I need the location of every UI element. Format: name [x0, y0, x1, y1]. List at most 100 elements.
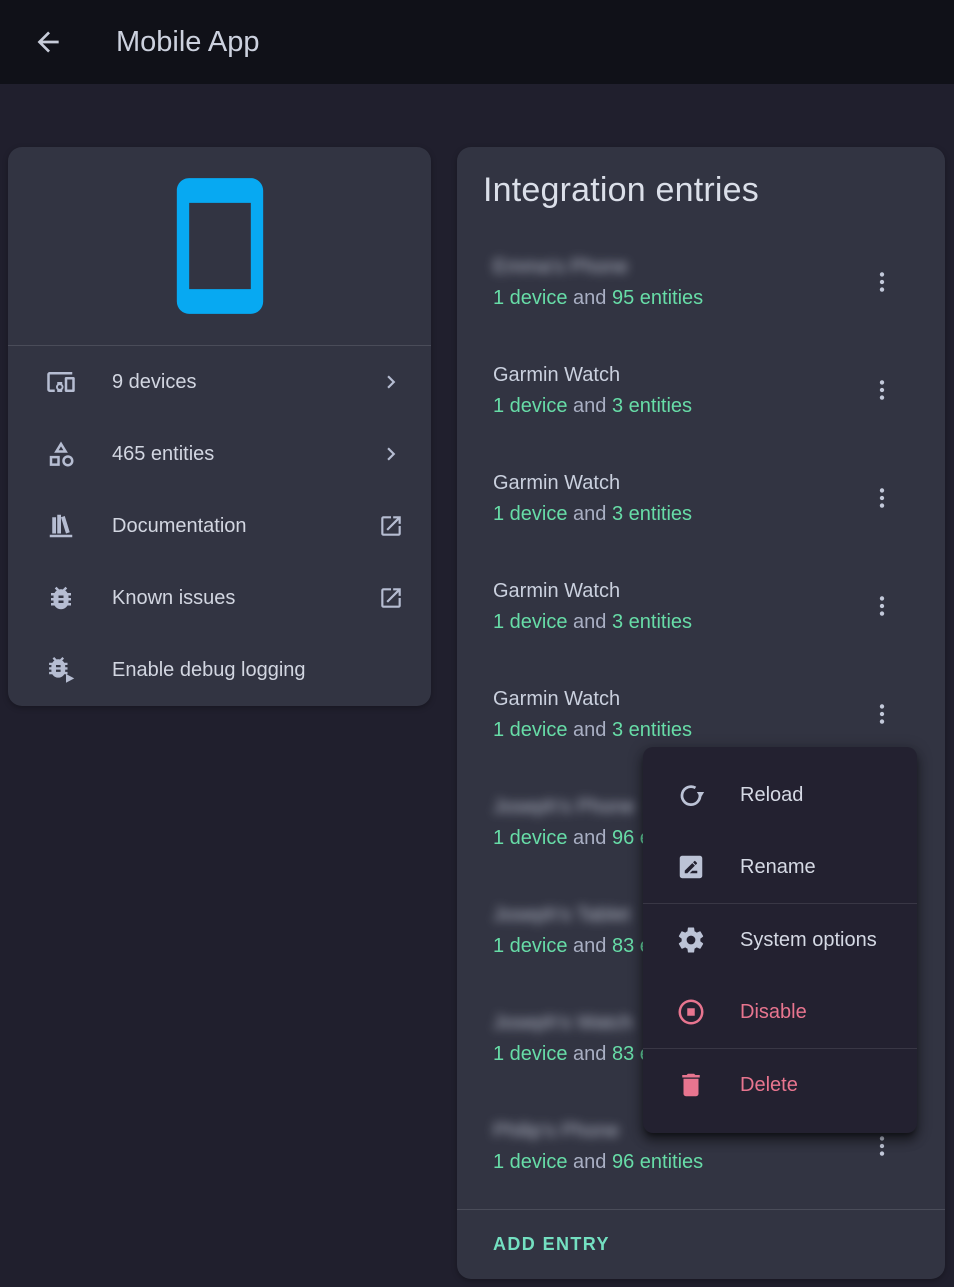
- entry-name: Garmin Watch: [493, 363, 865, 387]
- reload-icon: [676, 780, 706, 810]
- rename-box-icon: [676, 852, 706, 882]
- devices-icon: [46, 367, 76, 397]
- delete-icon: [676, 1070, 706, 1100]
- open-in-new-icon: [378, 585, 404, 611]
- entry-subtitle: 1 device and 3 entities: [493, 502, 865, 526]
- info-list: 9 devices 465 entities Documentation Known …: [8, 346, 431, 706]
- dots-vertical-icon: [869, 1133, 895, 1159]
- entry-context-menu: Reload Rename System options Disable Delete: [643, 747, 917, 1133]
- info-row-known-issues[interactable]: Known issues: [8, 562, 431, 634]
- menu-item-system-options[interactable]: System options: [643, 904, 917, 976]
- subtitle-conjunction: and: [568, 935, 612, 957]
- rename-box-icon-wrap: [676, 852, 706, 882]
- integration-entry: Emma's Phone 1 device and 95 entities: [457, 228, 945, 336]
- app-bar: Mobile App: [0, 0, 954, 84]
- dots-vertical-icon: [869, 701, 895, 727]
- menu-item-label: Rename: [740, 856, 816, 879]
- info-row-label: Documentation: [112, 515, 378, 538]
- info-row-label: Known issues: [112, 587, 378, 610]
- subtitle-conjunction: and: [568, 719, 612, 741]
- entry-name: Garmin Watch: [493, 687, 865, 711]
- subtitle-conjunction: and: [568, 503, 612, 525]
- open-in-new-icon: [378, 513, 404, 539]
- integration-entry: Garmin Watch 1 device and 3 entities: [457, 336, 945, 444]
- integration-hero: [8, 147, 431, 346]
- shapes-icon: [46, 439, 76, 469]
- subtitle-conjunction: and: [568, 395, 612, 417]
- cog-icon: [676, 925, 706, 955]
- menu-item-reload[interactable]: Reload: [643, 759, 917, 831]
- entry-subtitle: 1 device and 3 entities: [493, 394, 865, 418]
- dots-vertical-icon: [869, 377, 895, 403]
- add-entry-label: ADD ENTRY: [493, 1234, 610, 1255]
- entries-card-title: Integration entries: [483, 171, 759, 210]
- dots-vertical-icon: [869, 593, 895, 619]
- back-button[interactable]: [24, 18, 72, 66]
- entry-subtitle: 1 device and 3 entities: [493, 610, 865, 634]
- info-row-label: 465 entities: [112, 443, 378, 466]
- cog-icon-wrap: [676, 925, 706, 955]
- device-count-link[interactable]: 1 device: [493, 1043, 568, 1065]
- delete-icon-wrap: [676, 1070, 706, 1100]
- entry-name: Garmin Watch: [493, 471, 865, 495]
- device-count-link[interactable]: 1 device: [493, 935, 568, 957]
- bug-icon: [46, 583, 76, 613]
- entry-subtitle: 1 device and 96 entities: [493, 1150, 865, 1174]
- entity-count-link[interactable]: 96 entities: [612, 1151, 703, 1173]
- entry-menu-button[interactable]: [860, 692, 904, 736]
- stop-circle-icon: [676, 997, 706, 1027]
- entry-name: Garmin Watch: [493, 579, 865, 603]
- entry-name: Emma's Phone: [493, 255, 865, 279]
- menu-item-label: Delete: [740, 1074, 798, 1097]
- chevron-right-icon: [378, 441, 404, 467]
- info-row-documentation[interactable]: Documentation: [8, 490, 431, 562]
- stop-circle-icon-wrap: [676, 997, 706, 1027]
- bug-play-icon: [46, 655, 76, 685]
- info-row-465-entities[interactable]: 465 entities: [8, 418, 431, 490]
- entity-count-link[interactable]: 3 entities: [612, 503, 692, 525]
- info-row-label: 9 devices: [112, 371, 378, 394]
- device-count-link[interactable]: 1 device: [493, 1151, 568, 1173]
- info-row-enable-debug-logging[interactable]: Enable debug logging: [8, 634, 431, 706]
- reload-icon-wrap: [676, 780, 706, 810]
- integration-info-card: 9 devices 465 entities Documentation Known …: [8, 147, 431, 706]
- subtitle-conjunction: and: [568, 611, 612, 633]
- library-icon: [46, 511, 76, 541]
- info-row-label: Enable debug logging: [112, 659, 404, 682]
- entry-menu-button[interactable]: [860, 584, 904, 628]
- entity-count-link[interactable]: 3 entities: [612, 719, 692, 741]
- entry-subtitle: 1 device and 95 entities: [493, 286, 865, 310]
- entity-count-link[interactable]: 3 entities: [612, 611, 692, 633]
- entity-count-link[interactable]: 3 entities: [612, 395, 692, 417]
- menu-item-label: Reload: [740, 784, 803, 807]
- device-count-link[interactable]: 1 device: [493, 719, 568, 741]
- add-entry-button[interactable]: ADD ENTRY: [457, 1210, 945, 1279]
- info-row-9-devices[interactable]: 9 devices: [8, 346, 431, 418]
- page-title: Mobile App: [116, 26, 260, 59]
- arrow-left-icon: [32, 26, 64, 58]
- integration-entry: Garmin Watch 1 device and 3 entities: [457, 444, 945, 552]
- menu-item-label: Disable: [740, 1001, 807, 1024]
- device-count-link[interactable]: 1 device: [493, 503, 568, 525]
- device-count-link[interactable]: 1 device: [493, 395, 568, 417]
- menu-item-label: System options: [740, 929, 877, 952]
- entry-menu-button[interactable]: [860, 476, 904, 520]
- menu-item-delete[interactable]: Delete: [643, 1049, 917, 1121]
- menu-item-disable[interactable]: Disable: [643, 976, 917, 1048]
- subtitle-conjunction: and: [568, 1151, 612, 1173]
- dots-vertical-icon: [869, 485, 895, 511]
- subtitle-conjunction: and: [568, 1043, 612, 1065]
- menu-item-rename[interactable]: Rename: [643, 831, 917, 903]
- cellphone-icon: [146, 172, 294, 320]
- entity-count-link[interactable]: 95 entities: [612, 287, 703, 309]
- entry-subtitle: 1 device and 3 entities: [493, 718, 865, 742]
- integration-entry: Garmin Watch 1 device and 3 entities: [457, 552, 945, 660]
- dots-vertical-icon: [869, 269, 895, 295]
- entry-menu-button[interactable]: [860, 260, 904, 304]
- entry-menu-button[interactable]: [860, 368, 904, 412]
- device-count-link[interactable]: 1 device: [493, 611, 568, 633]
- device-count-link[interactable]: 1 device: [493, 287, 568, 309]
- subtitle-conjunction: and: [568, 827, 612, 849]
- device-count-link[interactable]: 1 device: [493, 827, 568, 849]
- chevron-right-icon: [378, 369, 404, 395]
